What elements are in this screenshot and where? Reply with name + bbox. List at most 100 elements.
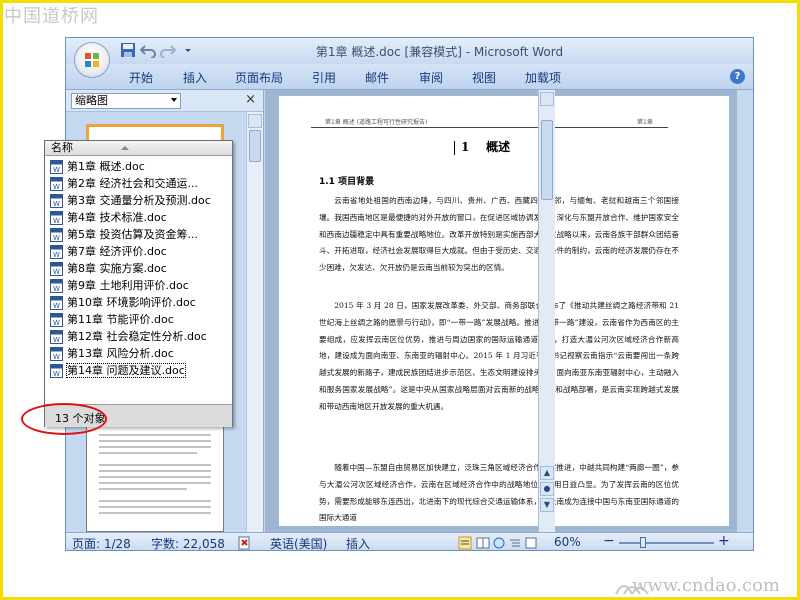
scroll-up-button[interactable]	[540, 92, 554, 106]
word-doc-icon: W	[50, 296, 63, 310]
tab-insert[interactable]: 插入	[183, 69, 207, 86]
file-name: 第5章 投资估算及资金筹...	[67, 228, 198, 241]
scroll-thumb[interactable]	[249, 130, 261, 162]
navigation-view-select[interactable]: 缩略图	[71, 93, 181, 109]
svg-text:W: W	[53, 353, 60, 361]
draft-view-icon[interactable]	[524, 536, 538, 550]
help-icon[interactable]: ?	[730, 69, 745, 84]
file-name: 第7章 经济评价.doc	[67, 245, 167, 258]
scroll-up-button[interactable]	[248, 114, 262, 128]
outline-view-icon[interactable]	[508, 536, 522, 550]
word-doc-icon: W	[50, 194, 63, 208]
zoom-out-button[interactable]: −	[603, 533, 615, 549]
svg-text:W: W	[53, 251, 60, 259]
file-list-item[interactable]: W 第7章 经济评价.doc	[49, 243, 231, 260]
word-doc-icon: W	[50, 347, 63, 361]
svg-text:W: W	[53, 319, 60, 327]
zoom-slider-track[interactable]	[619, 542, 714, 544]
text-cursor	[454, 140, 455, 155]
file-list-item[interactable]: W 第8章 实施方案.doc	[49, 260, 231, 277]
tab-review[interactable]: 审阅	[419, 69, 443, 86]
page-thumbnail-2[interactable]	[86, 424, 224, 532]
web-layout-view-icon[interactable]	[492, 536, 506, 550]
chapter-number: 1	[461, 140, 470, 154]
file-name: 第14章 问题及建议.doc	[66, 363, 186, 378]
title-bar: 第1章 概述.doc [兼容模式] - Microsoft Word	[66, 38, 753, 64]
language-indicator[interactable]: 英语(美国)	[270, 535, 327, 550]
file-list-item[interactable]: W 第4章 技术标准.doc	[49, 209, 231, 226]
file-list-header-name[interactable]: 名称	[45, 141, 232, 156]
document-scrollbar[interactable]: ▲ ● ▼	[538, 90, 555, 532]
file-list-item[interactable]: W 第11章 节能评价.doc	[49, 311, 231, 328]
file-list-items: W 第1章 概述.doc W 第2章 经济社会和交通运... W 第3章 交通量分析及预测…	[49, 158, 231, 379]
file-list-item[interactable]: W 第3章 交通量分析及预测.doc	[49, 192, 231, 209]
watermark-top: 中国道桥网	[4, 6, 99, 27]
office-button-icon	[85, 53, 99, 67]
file-name: 第10章 环境影响评价.doc	[67, 296, 196, 309]
tab-references[interactable]: 引用	[312, 69, 336, 86]
document-area: 第1章 概述 (道路工程可行性研究报告) 第1章 1 概述 1.1 项目背景 云…	[265, 90, 737, 532]
word-count[interactable]: 字数: 22,058	[151, 535, 225, 550]
svg-text:W: W	[53, 234, 60, 242]
page-header-left: 第1章 概述 (道路工程可行性研究报告)	[325, 119, 428, 126]
file-name: 第12章 社会稳定性分析.doc	[67, 330, 207, 343]
svg-text:W: W	[53, 166, 60, 174]
scroll-thumb[interactable]	[541, 120, 553, 200]
file-list-item[interactable]: W 第5章 投资估算及资金筹...	[49, 226, 231, 243]
close-pane-button[interactable]: ×	[245, 92, 256, 107]
zoom-level[interactable]: 60%	[554, 535, 581, 549]
sort-ascending-icon	[121, 146, 129, 150]
file-name: 第11章 节能评价.doc	[67, 313, 174, 326]
file-list-popup: 名称 W 第1章 概述.doc W 第2章 经济社会和交通运... W 第3章 交通量分析…	[44, 140, 233, 427]
file-name: 第3章 交通量分析及预测.doc	[67, 194, 211, 207]
full-screen-reading-view-icon[interactable]	[476, 536, 490, 550]
file-name: 第4章 技术标准.doc	[67, 211, 167, 224]
svg-text:W: W	[53, 268, 60, 276]
svg-text:W: W	[53, 336, 60, 344]
file-list-item[interactable]: W 第2章 经济社会和交通运...	[49, 175, 231, 192]
tab-view[interactable]: 视图	[472, 69, 496, 86]
file-list-item[interactable]: W 第9章 土地利用评价.doc	[49, 277, 231, 294]
word-doc-icon: W	[50, 160, 63, 174]
browse-object-button[interactable]: ●	[540, 482, 554, 496]
chapter-heading: 1 概述	[454, 138, 510, 155]
office-button[interactable]	[74, 42, 110, 78]
header-rule	[311, 127, 668, 128]
page-indicator[interactable]: 页面: 1/28	[72, 535, 131, 550]
file-name: 第8章 实施方案.doc	[67, 262, 167, 275]
insert-mode-indicator[interactable]: 插入	[346, 535, 370, 550]
body-paragraph-2: 2015 年 3 月 28 日，国家发展改革委、外交部、商务部联合发布了《推动共…	[319, 301, 679, 411]
tab-mailings[interactable]: 邮件	[365, 69, 389, 86]
zoom-in-button[interactable]: +	[718, 533, 730, 549]
svg-text:W: W	[53, 200, 60, 208]
word-doc-icon: W	[50, 262, 63, 276]
word-doc-icon: W	[50, 279, 63, 293]
svg-text:W: W	[53, 370, 60, 378]
next-page-button[interactable]: ▼	[540, 498, 554, 512]
body-paragraph-1: 云南省地处祖国的西南边陲，与四川、贵州、广西、西藏四省相邻，与缅甸、老挝和越南三…	[319, 196, 679, 273]
document-page[interactable]: 第1章 概述 (道路工程可行性研究报告) 第1章 1 概述 1.1 项目背景 云…	[279, 96, 729, 526]
word-doc-icon: W	[50, 211, 63, 225]
tab-page-layout[interactable]: 页面布局	[235, 69, 283, 86]
file-list-item[interactable]: W 第1章 概述.doc	[49, 158, 231, 175]
previous-page-button[interactable]: ▲	[540, 466, 554, 480]
print-layout-view-icon[interactable]	[458, 536, 472, 550]
spell-check-icon[interactable]	[238, 536, 252, 550]
page-thumbnail-text-lines	[99, 434, 211, 514]
thumbnail-scrollbar[interactable]	[246, 112, 263, 532]
file-list-item[interactable]: W 第10章 环境影响评价.doc	[49, 294, 231, 311]
tab-addins[interactable]: 加载项	[525, 69, 561, 86]
window-title: 第1章 概述.doc [兼容模式] - Microsoft Word	[315, 45, 564, 59]
svg-text:W: W	[53, 217, 60, 225]
file-list-item[interactable]: W 第13章 风险分析.doc	[49, 345, 231, 362]
word-doc-icon: W	[50, 245, 63, 259]
file-list-item[interactable]: W 第12章 社会稳定性分析.doc	[49, 328, 231, 345]
svg-text:W: W	[53, 285, 60, 293]
svg-text:W: W	[53, 183, 60, 191]
tab-home[interactable]: 开始	[129, 69, 153, 86]
word-doc-icon: W	[50, 177, 63, 191]
thumbnail-pane-header: 缩略图 ×	[66, 90, 263, 112]
body-paragraph-3: 随着中国—东盟自由贸易区加快建立，泛珠三角区域经济合作扎实推进，中越共同构建“两…	[319, 463, 679, 523]
file-list-item[interactable]: W 第14章 问题及建议.doc	[49, 362, 231, 379]
zoom-slider-knob[interactable]	[640, 537, 646, 548]
